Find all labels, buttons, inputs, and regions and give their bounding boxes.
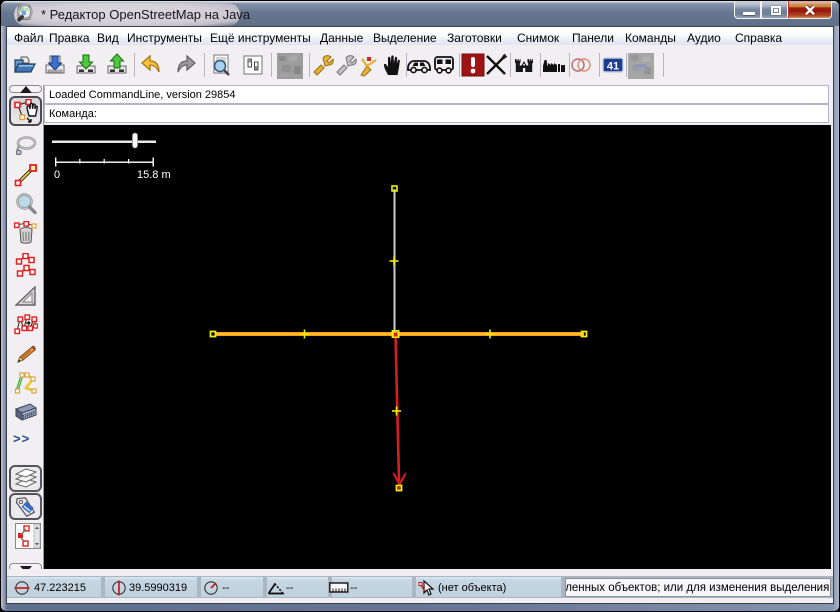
svg-text:0: 0 bbox=[54, 169, 60, 181]
svg-text:41: 41 bbox=[607, 61, 619, 73]
svg-text:15.8 m: 15.8 m bbox=[137, 169, 171, 181]
